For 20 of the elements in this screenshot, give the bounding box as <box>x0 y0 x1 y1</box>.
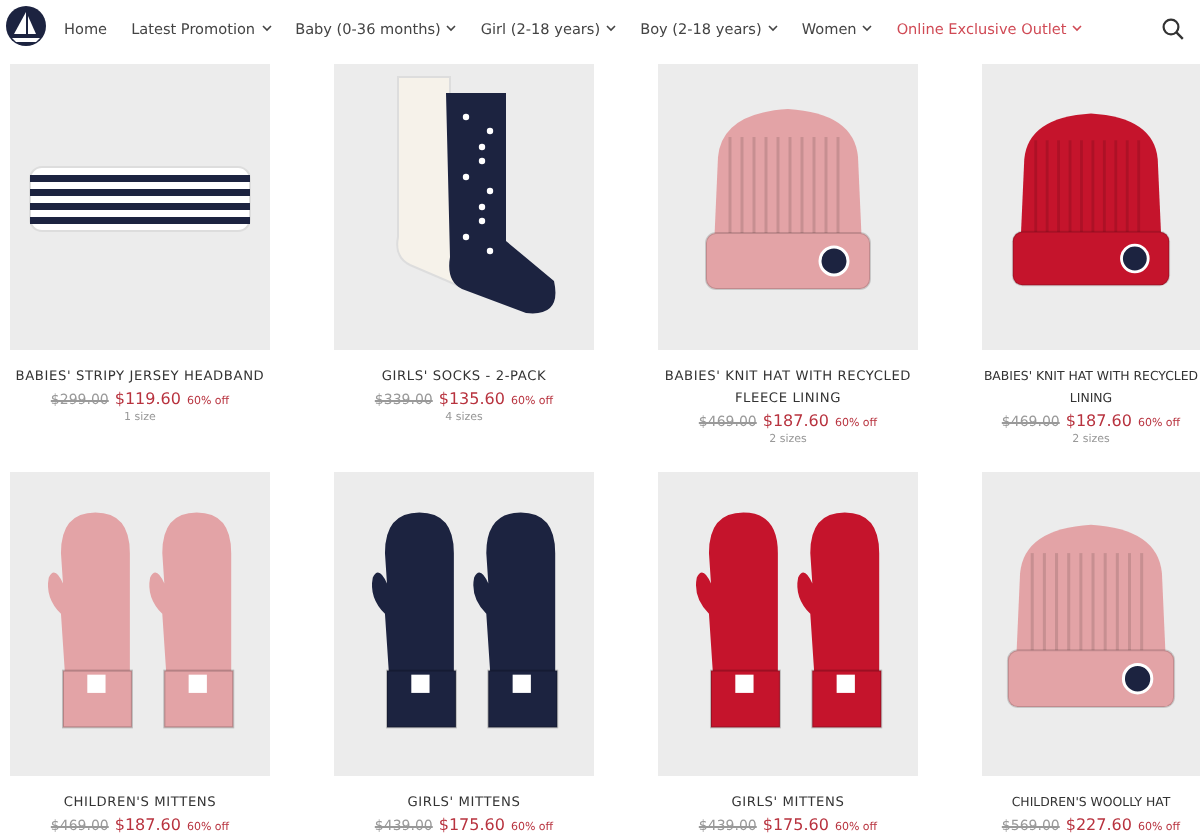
sale-price: $135.60 <box>438 390 505 408</box>
product-photo[interactable] <box>982 64 1200 350</box>
sale-price: $175.60 <box>438 816 505 834</box>
product-photo[interactable] <box>334 472 594 776</box>
chevron-down-icon <box>767 24 778 32</box>
chevron-down-icon <box>261 24 272 32</box>
sale-price: $187.60 <box>1065 412 1132 430</box>
product-photo[interactable] <box>334 64 594 350</box>
sale-price: $175.60 <box>762 816 829 834</box>
sale-price: $187.60 <box>762 412 829 430</box>
sale-price: $227.60 <box>1065 816 1132 834</box>
chevron-down-icon <box>446 24 457 32</box>
sale-price: $119.60 <box>114 390 181 408</box>
search-icon[interactable] <box>1162 17 1184 39</box>
chevron-down-icon <box>1072 24 1083 32</box>
chevron-down-icon <box>862 24 873 32</box>
sale-price: $187.60 <box>114 816 181 834</box>
product-photo[interactable] <box>10 64 270 350</box>
chevron-down-icon <box>606 24 617 32</box>
logo-icon[interactable] <box>4 4 48 52</box>
